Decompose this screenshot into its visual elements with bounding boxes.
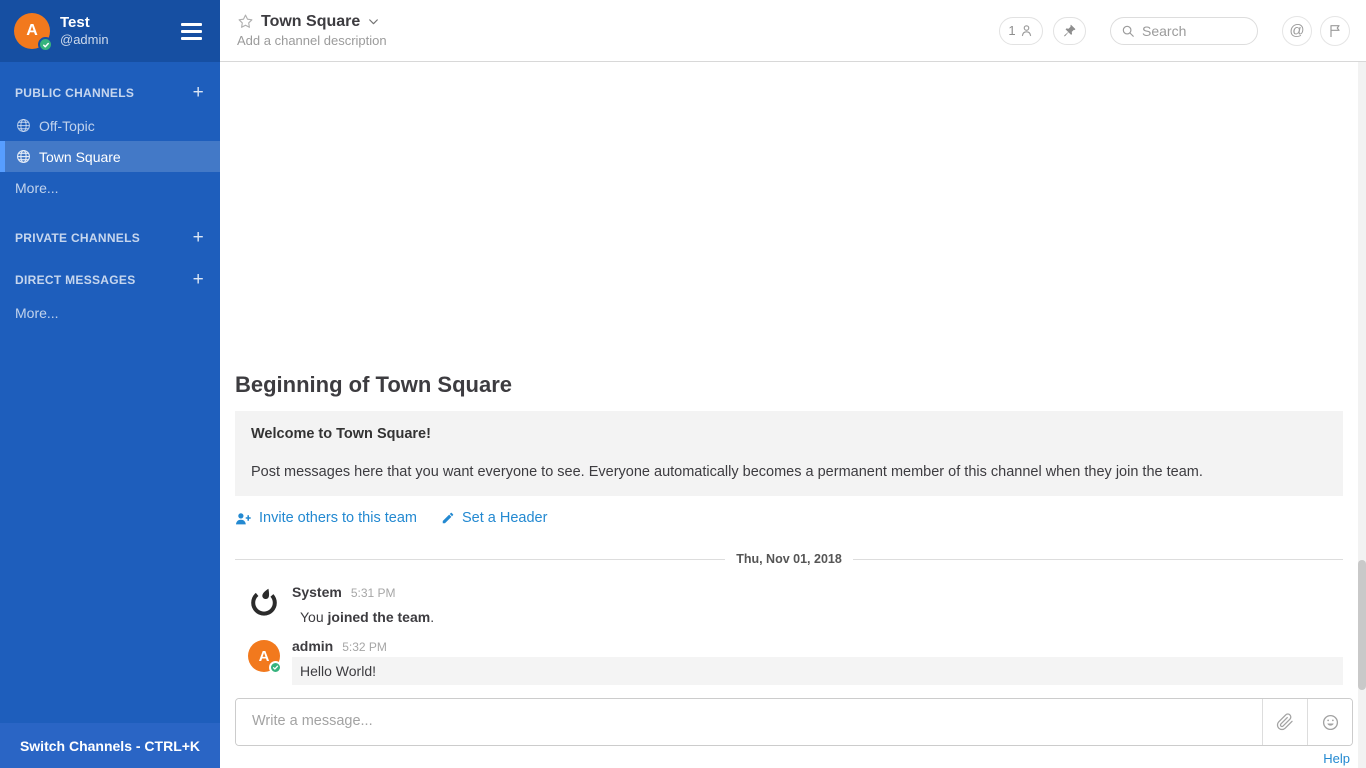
emoji-picker-button[interactable] [1307,699,1352,745]
invite-others-link[interactable]: Invite others to this team [235,510,417,526]
member-count: 1 [1008,23,1015,38]
switch-channels-button[interactable]: Switch Channels - CTRL+K [0,723,220,768]
direct-messages-header: DIRECT MESSAGES + [0,271,220,289]
favorite-star-icon[interactable] [237,13,254,30]
channel-description-link[interactable]: Add a channel description [237,33,387,49]
message-input[interactable] [236,699,1262,745]
header-actions: 1 @ [999,16,1350,46]
team-name: Test [60,14,109,33]
globe-icon [16,149,31,164]
channel-title[interactable]: Town Square [261,12,360,31]
app-window: A Test @admin PUBLIC CHANNELS + Off-Topi… [0,0,1366,768]
online-status-icon [269,661,282,674]
add-private-channel-button[interactable]: + [193,231,204,245]
recent-mentions-button[interactable]: @ [1282,16,1312,46]
channel-list: PUBLIC CHANNELS + Off-Topic Town Square … [0,62,220,328]
more-public-channels-link[interactable]: More... [0,172,220,203]
main-content: Town Square Add a channel description 1 [220,0,1366,768]
set-header-link[interactable]: Set a Header [441,510,547,526]
composer-area: Help [220,692,1366,768]
message-time: 5:32 PM [342,640,387,654]
scrollbar-thumb[interactable] [1358,560,1366,690]
sidebar: A Test @admin PUBLIC CHANNELS + Off-Topi… [0,0,220,768]
globe-icon [16,118,31,133]
scrollbar-track[interactable] [1358,62,1366,768]
message-system[interactable]: System 5:31 PM You joined the team. [248,584,1343,631]
message-author[interactable]: admin [292,638,333,654]
member-count-button[interactable]: 1 [999,17,1043,45]
help-link[interactable]: Help [1323,751,1350,766]
message-time: 5:31 PM [351,586,396,600]
intro-links: Invite others to this team Set a Header [235,510,1343,526]
chevron-down-icon[interactable] [367,15,380,28]
welcome-message-box: Welcome to Town Square! Post messages he… [235,411,1343,496]
sidebar-item-town-square[interactable]: Town Square [0,141,220,172]
member-icon [1019,23,1034,38]
team-meta: Test @admin [60,14,109,49]
attach-file-button[interactable] [1262,699,1307,745]
message-composer [235,698,1353,746]
emoji-icon [1321,713,1340,732]
message-text: Hello World! [292,657,1343,685]
message-admin[interactable]: A admin 5:32 PM Hello World! [248,638,1343,685]
sidebar-item-off-topic[interactable]: Off-Topic [0,110,220,141]
user-avatar[interactable]: A [248,640,280,672]
flag-icon [1327,23,1343,39]
message-text: You joined the team. [292,603,1343,631]
add-public-channel-button[interactable]: + [193,86,204,100]
online-status-icon [38,37,53,52]
search-input[interactable] [1142,23,1247,39]
private-channels-header: PRIVATE CHANNELS + [0,229,220,247]
message-list[interactable]: Beginning of Town Square Welcome to Town… [220,62,1366,692]
search-box[interactable] [1110,17,1258,45]
channel-header: Town Square Add a channel description 1 [220,0,1366,62]
channel-label: Off-Topic [39,118,95,134]
add-user-icon [235,511,252,526]
date-divider: Thu, Nov 01, 2018 [235,552,1343,566]
welcome-title: Welcome to Town Square! [251,426,1327,442]
paperclip-icon [1276,713,1294,731]
at-icon: @ [1289,22,1304,39]
message-author[interactable]: System [292,584,342,600]
public-channels-header: PUBLIC CHANNELS + [0,84,220,102]
user-handle: @admin [60,32,109,48]
system-avatar [248,586,280,618]
welcome-body: Post messages here that you want everyon… [251,464,1327,480]
pin-icon [1062,23,1077,38]
channel-label: Town Square [39,149,121,165]
user-avatar[interactable]: A [14,13,50,49]
main-menu-icon[interactable] [177,19,206,44]
team-header[interactable]: A Test @admin [0,0,220,62]
channel-intro-title: Beginning of Town Square [235,372,1343,398]
date-label: Thu, Nov 01, 2018 [725,552,853,566]
search-icon [1121,24,1135,38]
pencil-icon [441,511,455,525]
avatar-letter: A [26,22,38,40]
more-direct-messages-link[interactable]: More... [0,297,220,328]
pinned-posts-button[interactable] [1053,17,1086,45]
flagged-posts-button[interactable] [1320,16,1350,46]
add-direct-message-button[interactable]: + [193,273,204,287]
